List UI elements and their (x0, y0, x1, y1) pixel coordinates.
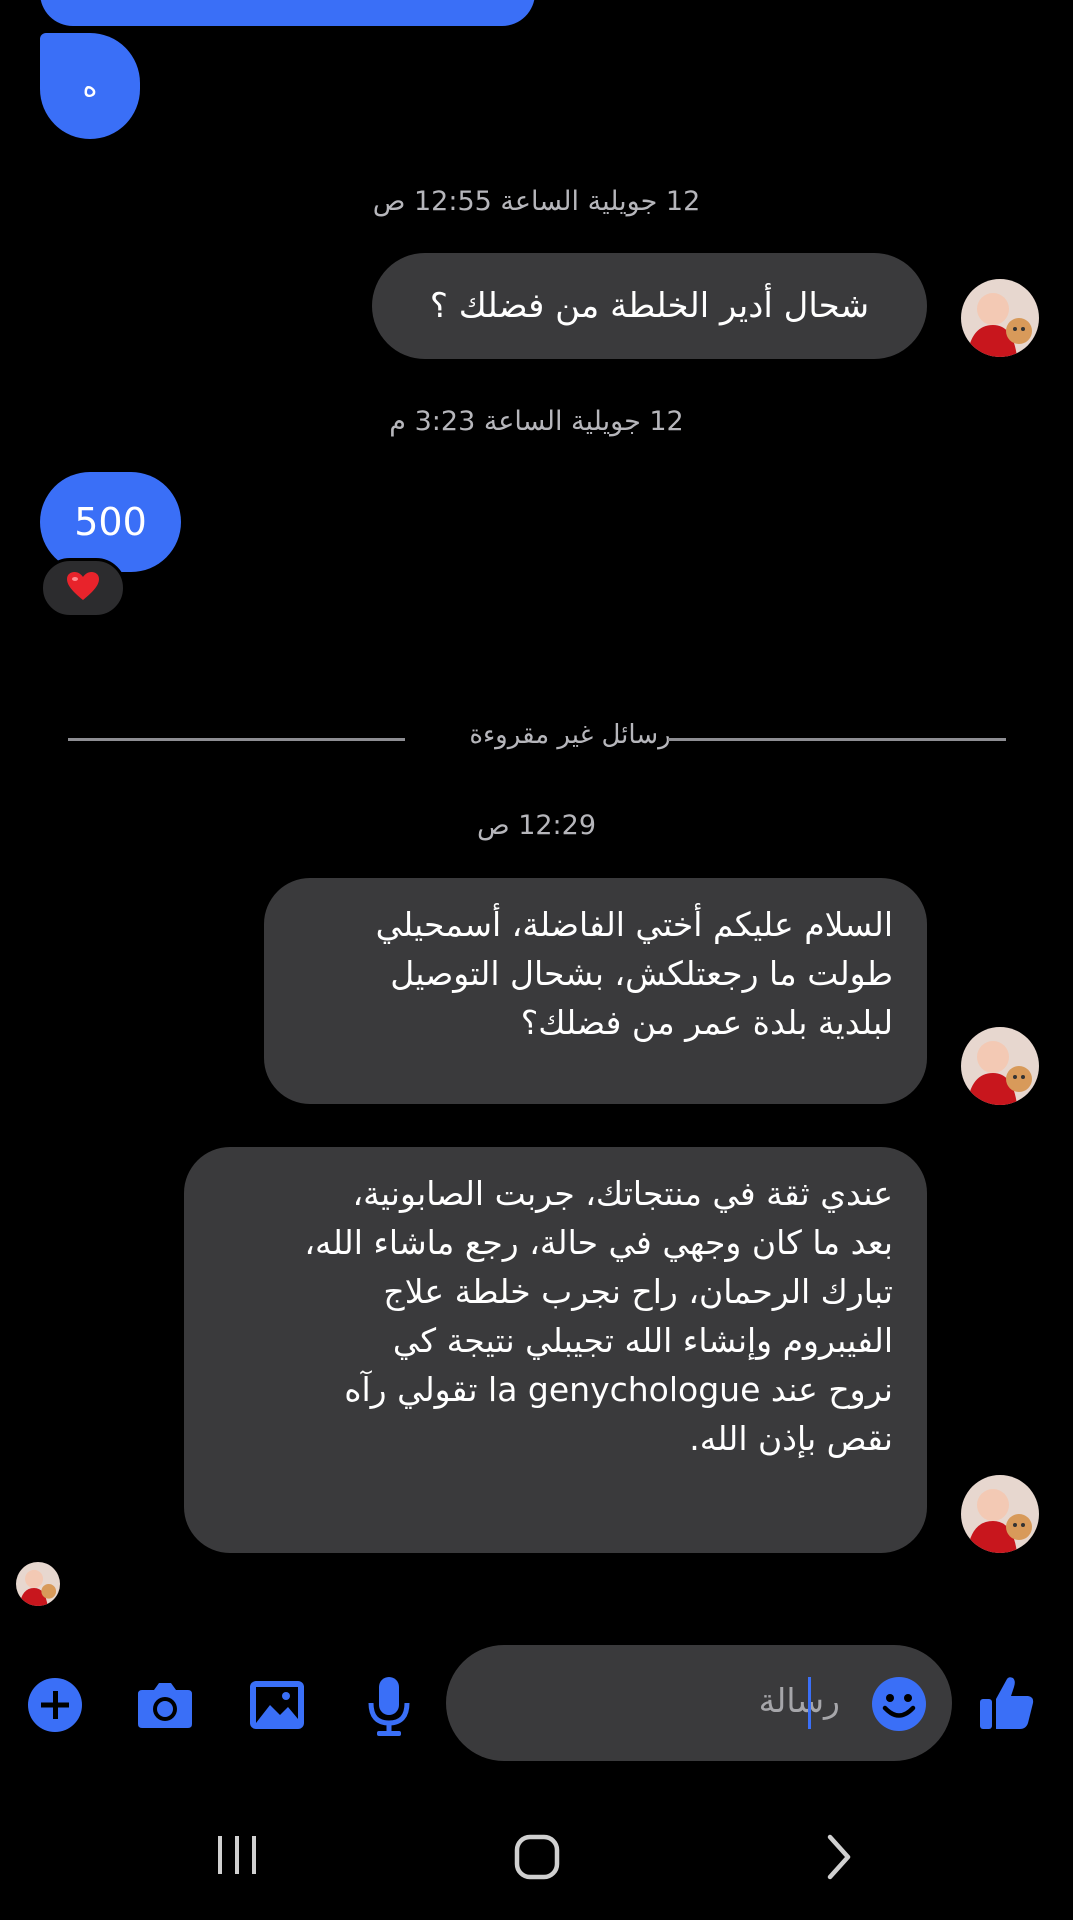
avatar (961, 1475, 1039, 1553)
recent-apps-icon[interactable] (212, 1834, 262, 1876)
incoming-bubble-char[interactable]: ه (40, 33, 140, 139)
outgoing-bubble-1[interactable]: شحال أدير الخلطة من فضلك ؟ (372, 253, 927, 359)
microphone-icon[interactable] (358, 1672, 420, 1740)
system-navbar (0, 1786, 1073, 1920)
avatar (961, 279, 1039, 357)
unread-divider-label: رسائل غير مقروءة (469, 720, 671, 750)
text-cursor (808, 1677, 811, 1729)
outgoing-text-3: عندي ثقة في منتجاتك، جربت الصابونية، بعد… (304, 1174, 893, 1458)
outgoing-bubble-2[interactable]: السلام عليكم أختي الفاضلة، أسمحيلي طولت … (264, 878, 927, 1104)
timestamp-3: 12:29 ص (476, 810, 597, 841)
divider-line-right (668, 738, 1006, 741)
incoming-char-text: ه (82, 69, 98, 103)
back-icon[interactable] (818, 1832, 858, 1882)
outgoing-text-2: السلام عليكم أختي الفاضلة، أسمحيلي طولت … (375, 905, 893, 1042)
seen-avatar (16, 1562, 60, 1606)
timestamp-2: 12 جويلية الساعة 3:23 م (389, 406, 684, 437)
plus-icon[interactable] (24, 1674, 86, 1736)
reaction-badge[interactable] (40, 558, 126, 618)
heart-icon (66, 571, 100, 605)
divider-line-left (68, 738, 405, 741)
thumbs-up-icon[interactable] (976, 1672, 1038, 1734)
message-input[interactable]: رسالة (446, 1645, 952, 1761)
incoming-text-500: 500 (74, 500, 147, 544)
timestamp-1: 12 جويلية الساعة 12:55 ص (372, 186, 701, 217)
outgoing-text-1: شحال أدير الخلطة من فضلك ؟ (429, 285, 870, 326)
unread-divider: رسائل غير مقروءة (68, 720, 1006, 760)
incoming-bubble-partial[interactable] (40, 0, 535, 26)
incoming-bubble-500[interactable]: 500 (40, 472, 181, 572)
camera-icon[interactable] (134, 1674, 196, 1736)
message-placeholder: رسالة (758, 1681, 840, 1720)
avatar (961, 1027, 1039, 1105)
emoji-icon[interactable] (870, 1675, 928, 1733)
image-icon[interactable] (246, 1674, 308, 1736)
outgoing-bubble-3[interactable]: عندي ثقة في منتجاتك، جربت الصابونية، بعد… (184, 1147, 927, 1553)
home-icon[interactable] (512, 1832, 562, 1882)
